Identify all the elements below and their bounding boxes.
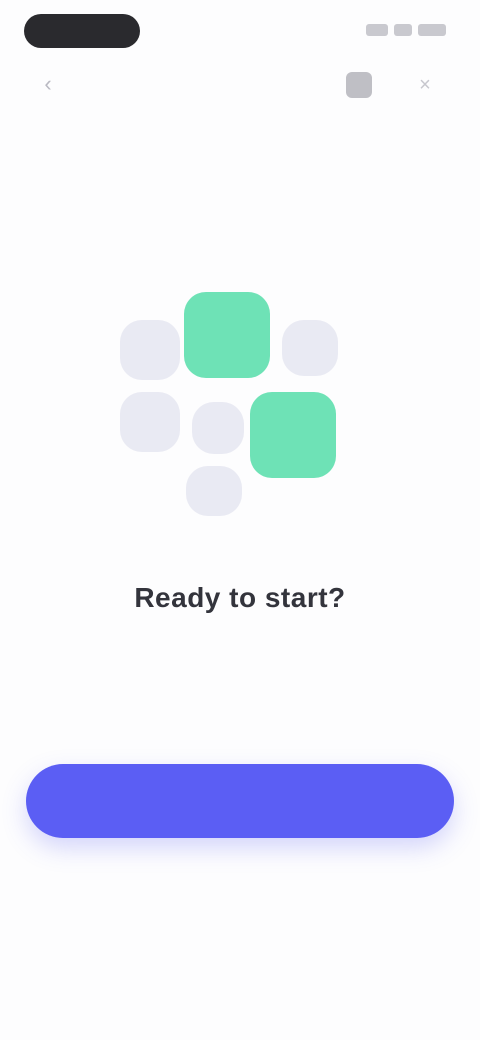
signal-icon — [366, 24, 388, 36]
app-screen: ‹ × Ready to start? — [0, 0, 480, 1040]
tile-grey-bottom — [186, 466, 242, 516]
tiles-illustration — [110, 280, 370, 540]
tile-green-right — [250, 392, 336, 478]
theme-icon[interactable] — [346, 72, 372, 98]
close-icon[interactable]: × — [414, 74, 436, 96]
battery-icon — [418, 24, 446, 36]
top-toolbar: ‹ × — [0, 64, 480, 108]
tile-grey-center — [192, 402, 244, 454]
page-title: Ready to start? — [134, 582, 346, 613]
wifi-icon — [394, 24, 412, 36]
status-time — [24, 14, 140, 48]
tile-green-top — [184, 292, 270, 378]
primary-action-button[interactable] — [26, 764, 454, 838]
status-bar — [0, 0, 480, 60]
tile-grey-top-left — [120, 320, 180, 380]
back-arrow-icon[interactable]: ‹ — [36, 72, 60, 96]
tile-grey-mid-left — [120, 392, 180, 452]
status-icons — [354, 20, 446, 40]
tile-grey-top-right — [282, 320, 338, 376]
